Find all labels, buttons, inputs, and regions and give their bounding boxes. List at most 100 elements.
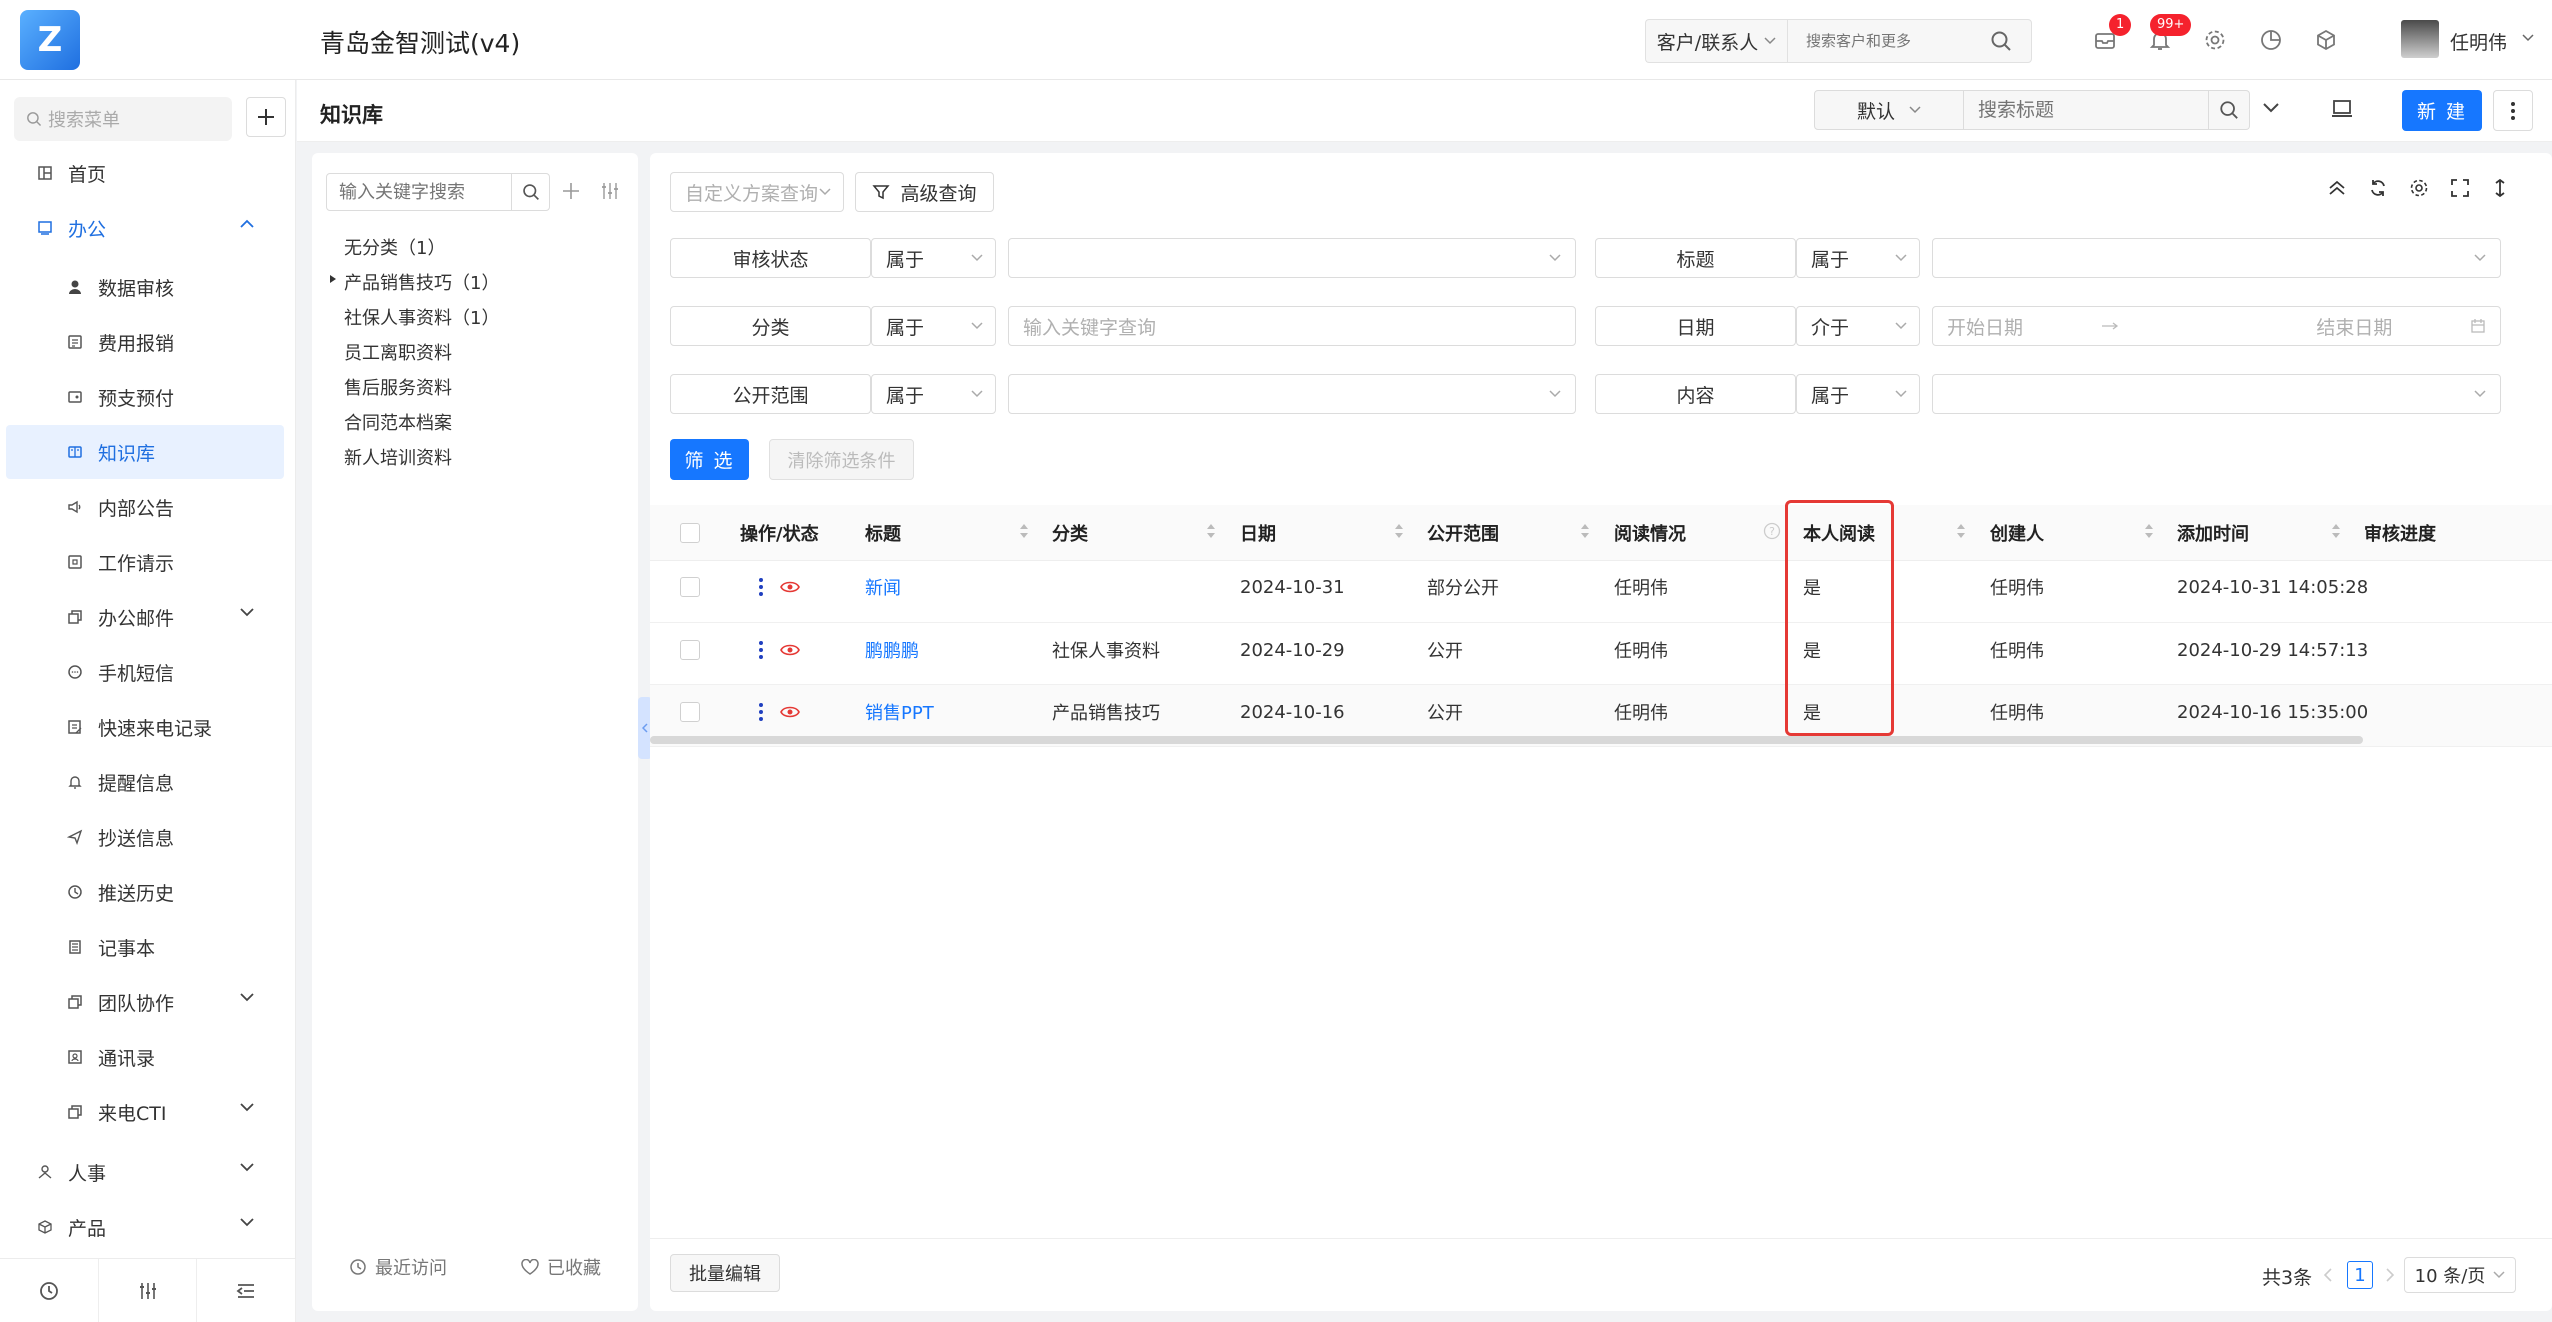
- sidebar-item-contacts[interactable]: 通讯录: [0, 1030, 290, 1084]
- next-page-icon[interactable]: [2386, 1268, 2394, 1282]
- monitor-icon[interactable]: [2330, 98, 2354, 120]
- sort-icon[interactable]: [1580, 521, 1590, 541]
- expand-search-chevron-icon[interactable]: [2262, 102, 2280, 114]
- category-item[interactable]: 售后服务资料: [344, 374, 452, 400]
- clear-filters-button[interactable]: 清除筛选条件: [769, 439, 914, 480]
- date-range-picker[interactable]: 开始日期 结束日期: [1932, 306, 2501, 346]
- column-header-added-time[interactable]: 添加时间: [2177, 505, 2249, 561]
- sort-icon[interactable]: [1019, 521, 1029, 541]
- horizontal-scrollbar[interactable]: [650, 736, 2363, 744]
- avatar[interactable]: [2401, 20, 2439, 58]
- sidebar-item-sms[interactable]: 手机短信: [0, 645, 290, 699]
- column-header-creator[interactable]: 创建人: [1990, 505, 2044, 561]
- search-icon[interactable]: [1990, 30, 2012, 52]
- category-item[interactable]: 产品销售技巧（1）: [344, 269, 499, 295]
- select-all-checkbox[interactable]: [680, 505, 700, 561]
- sidebar-item-data-review[interactable]: 数据审核: [0, 260, 290, 314]
- checkbox[interactable]: [680, 523, 700, 543]
- filter-operator-select[interactable]: 属于: [1796, 238, 1920, 278]
- row-checkbox[interactable]: [680, 681, 700, 743]
- page-number[interactable]: 1: [2347, 1261, 2373, 1289]
- category-item[interactable]: 社保人事资料（1）: [344, 304, 499, 330]
- sidebar-item-expense[interactable]: 费用报销: [0, 315, 290, 369]
- add-category-icon[interactable]: [562, 182, 580, 200]
- scheme-select[interactable]: 自定义方案查询: [670, 172, 844, 212]
- category-keyword-input[interactable]: 输入关键字查询: [1008, 306, 1576, 346]
- sidebar-item-notebook[interactable]: 记事本: [0, 920, 290, 974]
- batch-edit-button[interactable]: 批量编辑: [670, 1254, 780, 1292]
- sidebar-item-cc[interactable]: 抄送信息: [0, 810, 290, 864]
- sort-icon[interactable]: [2331, 521, 2341, 541]
- more-vertical-icon[interactable]: [758, 681, 764, 743]
- title-value-select[interactable]: [1932, 238, 2501, 278]
- cube-icon[interactable]: [2308, 22, 2344, 58]
- column-header-date[interactable]: 日期: [1240, 505, 1276, 561]
- advanced-query-button[interactable]: 高级查询: [855, 172, 994, 212]
- filter-operator-select[interactable]: 介于: [1796, 306, 1920, 346]
- category-item[interactable]: 新人培训资料: [344, 444, 452, 470]
- fullscreen-icon[interactable]: [2450, 178, 2470, 198]
- row-title-link[interactable]: 鹏鹏鹏: [865, 619, 919, 681]
- recent-visits-link[interactable]: 最近访问: [349, 1254, 447, 1280]
- add-menu-button[interactable]: [246, 97, 286, 137]
- sidebar-item-team[interactable]: 团队协作: [0, 975, 290, 1029]
- eye-icon[interactable]: [780, 619, 800, 681]
- chevron-down-icon[interactable]: [2522, 34, 2534, 42]
- more-button[interactable]: [2493, 90, 2533, 131]
- more-vertical-icon[interactable]: [758, 556, 764, 618]
- sidebar-item-office[interactable]: 办公: [0, 201, 290, 255]
- sort-icon[interactable]: [1206, 521, 1216, 541]
- sort-icon[interactable]: [2144, 521, 2154, 541]
- sidebar-item-reminder[interactable]: 提醒信息: [0, 755, 290, 809]
- filter-operator-select[interactable]: 属于: [871, 374, 996, 414]
- category-search[interactable]: [326, 173, 550, 211]
- new-button[interactable]: 新 建: [2402, 90, 2482, 131]
- checkbox[interactable]: [680, 577, 700, 597]
- category-item[interactable]: 员工离职资料: [344, 339, 452, 365]
- search-icon[interactable]: [2208, 91, 2248, 129]
- content-value-select[interactable]: [1932, 374, 2501, 414]
- category-search-input[interactable]: [327, 174, 507, 210]
- category-settings-icon[interactable]: [600, 181, 620, 201]
- title-search-input[interactable]: [1964, 91, 2194, 129]
- sidebar-item-advance[interactable]: 预支预付: [0, 370, 290, 424]
- collapse-menu-icon[interactable]: [197, 1259, 297, 1322]
- sidebar-item-hr[interactable]: 人事: [0, 1145, 290, 1199]
- sidebar-item-push-history[interactable]: 推送历史: [0, 865, 290, 919]
- sort-icon[interactable]: [1956, 521, 1966, 541]
- checkbox[interactable]: [680, 702, 700, 722]
- collapse-up-icon[interactable]: [2327, 178, 2347, 198]
- title-search[interactable]: [1964, 90, 2250, 130]
- page-size-select[interactable]: 10 条/页: [2404, 1257, 2516, 1293]
- caret-right-icon[interactable]: [329, 274, 337, 284]
- row-title-link[interactable]: 销售PPT: [865, 681, 934, 743]
- help-icon[interactable]: ?: [1763, 522, 1781, 540]
- row-checkbox[interactable]: [680, 556, 700, 618]
- sidebar-item-office-mail[interactable]: 办公邮件: [0, 590, 290, 644]
- sidebar-item-work-request[interactable]: 工作请示: [0, 535, 290, 589]
- menu-search-input[interactable]: 搜索菜单: [14, 97, 232, 141]
- settings-icon[interactable]: [2409, 178, 2429, 198]
- global-search[interactable]: [1787, 19, 2032, 63]
- refresh-icon[interactable]: [2368, 178, 2388, 198]
- eye-icon[interactable]: [780, 556, 800, 618]
- checkbox[interactable]: [680, 640, 700, 660]
- category-item[interactable]: 无分类（1）: [344, 234, 445, 260]
- history-icon[interactable]: [0, 1259, 99, 1322]
- audit-status-value-select[interactable]: [1008, 238, 1576, 278]
- filter-operator-select[interactable]: 属于: [1796, 374, 1920, 414]
- customer-type-select[interactable]: 客户/联系人: [1645, 19, 1787, 63]
- view-select[interactable]: 默认: [1814, 90, 1964, 130]
- sort-icon[interactable]: [1394, 521, 1404, 541]
- sidebar-item-product[interactable]: 产品: [0, 1200, 290, 1254]
- sidebar-item-cti[interactable]: 来电CTI: [0, 1085, 290, 1139]
- search-icon[interactable]: [511, 174, 549, 210]
- filter-operator-select[interactable]: 属于: [871, 238, 996, 278]
- user-name[interactable]: 任明伟: [2450, 28, 2507, 55]
- row-checkbox[interactable]: [680, 619, 700, 681]
- more-vertical-icon[interactable]: [758, 619, 764, 681]
- filter-operator-select[interactable]: 属于: [871, 306, 996, 346]
- eye-icon[interactable]: [780, 681, 800, 743]
- pie-chart-icon[interactable]: [2253, 22, 2289, 58]
- filter-button[interactable]: 筛 选: [670, 439, 749, 480]
